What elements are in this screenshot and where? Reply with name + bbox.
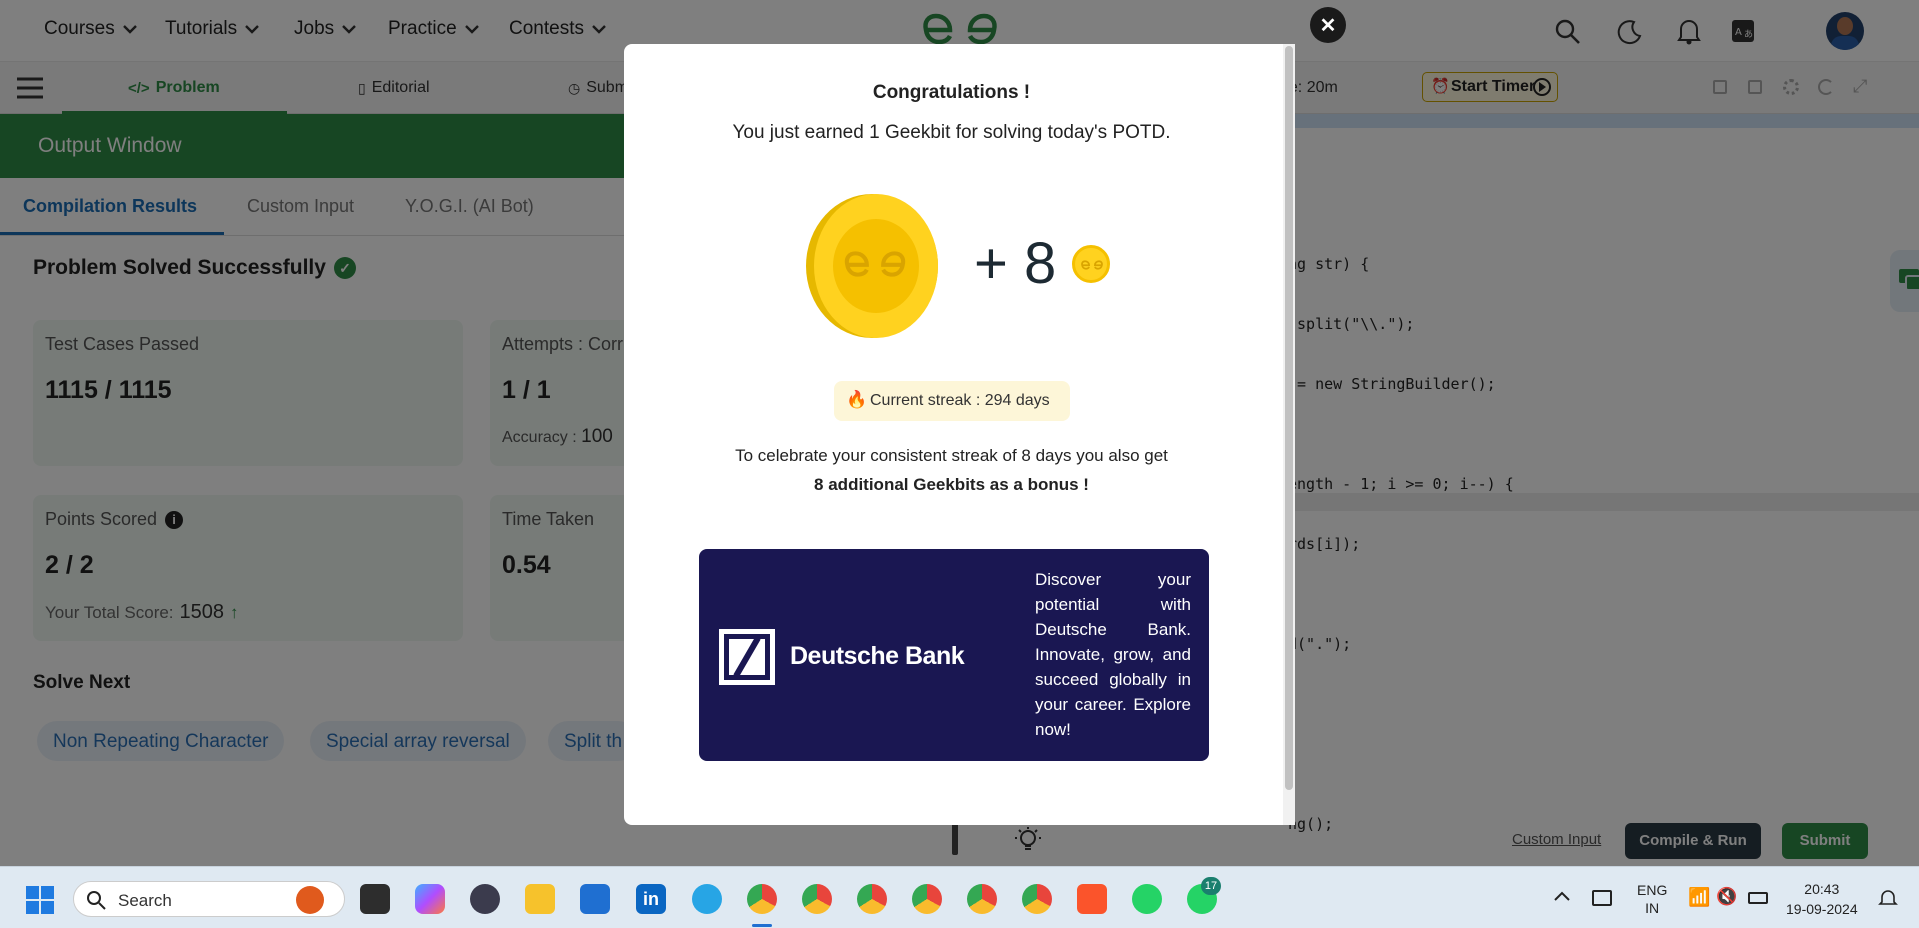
chrome-icon[interactable] (747, 884, 777, 914)
deutsche-bank-logo-icon (719, 629, 775, 685)
congrats-heading: Congratulations ! (872, 82, 1031, 103)
earned-message: You just earned 1 Geekbit for solving to… (732, 122, 1171, 143)
modal-scrollbar-thumb[interactable] (1285, 46, 1293, 790)
taskbar-search-box[interactable]: Search (73, 881, 345, 917)
close-icon: ✕ (1319, 15, 1337, 37)
linkedin-icon[interactable]: in (636, 884, 666, 914)
clock[interactable]: 20:43 19-09-2024 (1786, 879, 1858, 919)
whatsapp-icon[interactable] (1132, 884, 1162, 914)
search-icon (87, 891, 106, 910)
geekbit-coin-icon (806, 194, 938, 338)
chrome-icon[interactable] (912, 884, 942, 914)
language-code: ENG (1637, 882, 1668, 898)
clock-time: 20:43 (1804, 881, 1840, 897)
notification-badge: 17 (1201, 877, 1221, 895)
bird-app-icon[interactable] (470, 884, 500, 914)
touch-keyboard-icon[interactable] (1592, 890, 1612, 906)
ad-brand-name: Deutsche Bank (790, 642, 965, 670)
file-explorer-icon[interactable] (525, 884, 555, 914)
region-code: IN (1645, 900, 1660, 916)
battery-icon[interactable] (1748, 892, 1768, 904)
potd-reward-modal: Congratulations ! You just earned 1 Geek… (624, 44, 1295, 825)
telegram-icon[interactable] (692, 884, 722, 914)
chrome-icon[interactable] (857, 884, 887, 914)
windows-taskbar: Search in 17 ENG IN 📶 🔇 20:43 19-09-2024 (0, 866, 1919, 928)
clock-date: 19-09-2024 (1786, 901, 1858, 917)
volume-muted-icon[interactable]: 🔇 (1716, 887, 1737, 907)
close-button[interactable]: ✕ (1310, 7, 1346, 43)
chrome-icon[interactable] (1022, 884, 1052, 914)
windows-start-icon[interactable] (26, 886, 54, 914)
taskbar-search-label: Search (118, 891, 172, 910)
notification-center-icon[interactable] (1878, 888, 1898, 908)
store-icon[interactable] (580, 884, 610, 914)
celebrate-message: To celebrate your consistent streak of 8… (735, 446, 1168, 465)
search-highlight-icon (296, 886, 324, 914)
small-coin-icon (1072, 245, 1110, 283)
plus-geekbits-count: + 8 (974, 231, 1057, 296)
deutsche-bank-ad[interactable]: Deutsche Bank Discover your potential wi… (699, 549, 1209, 761)
fire-icon: 🔥 (846, 390, 868, 409)
chevron-up-icon[interactable] (1554, 891, 1570, 901)
brave-icon[interactable] (1077, 884, 1107, 914)
streak-badge: 🔥 Current streak : 294 days (834, 381, 1070, 421)
bonus-message: 8 additional Geekbits as a bonus ! (814, 475, 1089, 494)
chrome-icon[interactable] (802, 884, 832, 914)
copilot-icon[interactable] (415, 884, 445, 914)
ad-text: Discover your potential with Deutsche Ba… (1035, 570, 1191, 739)
task-view-icon[interactable] (360, 884, 390, 914)
streak-text: Current streak : 294 days (870, 392, 1050, 409)
active-app-indicator (752, 924, 772, 927)
chrome-icon[interactable] (967, 884, 997, 914)
language-indicator[interactable]: ENG IN (1637, 881, 1667, 917)
wifi-icon[interactable]: 📶 (1688, 887, 1710, 908)
